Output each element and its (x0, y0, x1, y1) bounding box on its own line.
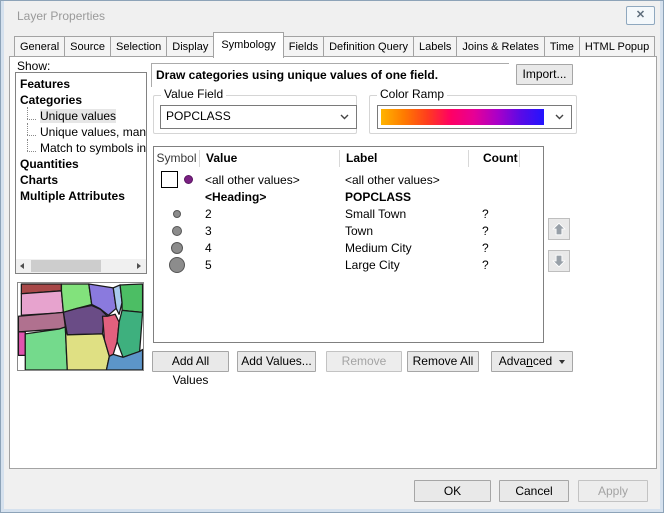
graduated-symbol[interactable] (171, 242, 183, 254)
table-row[interactable]: 4 Medium City ? (154, 239, 543, 256)
remove-button[interactable]: Remove (326, 351, 402, 372)
chevron-down-icon (555, 114, 564, 120)
tab-display[interactable]: Display (166, 36, 214, 58)
value-field-group: Value Field POPCLASS (153, 95, 357, 134)
tab-fields[interactable]: Fields (283, 36, 324, 58)
header-count: Count (469, 150, 520, 167)
table-row[interactable]: <all other values> <all other values> (154, 171, 543, 188)
tree-item-unique-values-many[interactable]: Unique values, many (16, 124, 146, 140)
map-preview-image (18, 283, 143, 370)
map-preview (17, 282, 144, 371)
add-values-button[interactable]: Add Values... (237, 351, 316, 372)
table-row[interactable]: 3 Town ? (154, 222, 543, 239)
method-description: Draw categories using unique values of o… (151, 63, 509, 87)
chevron-down-icon (340, 114, 349, 120)
tree-item-charts[interactable]: Charts (16, 172, 146, 188)
tree-item-features[interactable]: Features (16, 76, 146, 92)
all-other-values-checkbox[interactable] (161, 171, 178, 188)
ok-button[interactable]: OK (414, 480, 491, 502)
value-field-dropdown[interactable]: POPCLASS (160, 105, 357, 129)
close-icon[interactable]: ✕ (626, 6, 655, 25)
tree-branch-icon (27, 111, 38, 123)
tree-branch-icon (27, 143, 38, 155)
tab-time[interactable]: Time (544, 36, 580, 58)
scrollbar-thumb[interactable] (31, 260, 101, 272)
show-label: Show: (17, 59, 50, 73)
value-field-selected: POPCLASS (166, 109, 231, 123)
color-ramp-group-label: Color Ramp (377, 87, 447, 101)
tree-item-match-symbols[interactable]: Match to symbols in a (16, 140, 146, 156)
tab-general[interactable]: General (14, 36, 65, 58)
color-ramp-group: Color Ramp (369, 95, 577, 134)
cancel-button[interactable]: Cancel (499, 480, 569, 502)
move-up-button[interactable] (548, 218, 570, 240)
down-arrow-icon (551, 253, 567, 269)
color-ramp-dropdown[interactable] (377, 105, 572, 129)
list-header: Symbol Value Label Count (154, 148, 543, 169)
up-arrow-icon (551, 221, 567, 237)
tab-symbology[interactable]: Symbology (213, 32, 283, 58)
title-bar[interactable]: Layer Properties ✕ (1, 1, 663, 31)
import-button[interactable]: Import... (516, 64, 573, 85)
table-row[interactable]: 2 Small Town ? (154, 205, 543, 222)
tree-item-unique-values[interactable]: Unique values (16, 108, 146, 124)
scroll-right-icon[interactable] (132, 259, 146, 273)
show-tree: Features Categories Unique values Unique… (15, 72, 147, 274)
table-row[interactable]: 5 Large City ? (154, 256, 543, 273)
value-field-group-label: Value Field (161, 87, 226, 101)
advanced-button[interactable]: Advanced (491, 351, 573, 372)
color-ramp-gradient (381, 109, 544, 125)
move-down-button[interactable] (548, 250, 570, 272)
tab-definition-query[interactable]: Definition Query (323, 36, 414, 58)
tab-labels[interactable]: Labels (413, 36, 457, 58)
categories-list: Symbol Value Label Count <all other valu… (153, 146, 544, 343)
all-other-values-symbol[interactable] (184, 175, 193, 184)
layer-properties-dialog: Layer Properties ✕ GeneralSourceSelectio… (0, 0, 664, 513)
header-label: Label (340, 150, 469, 167)
add-all-values-button[interactable]: Add All Values (152, 351, 229, 372)
table-row[interactable]: <Heading> POPCLASS (154, 188, 543, 205)
graduated-symbol[interactable] (173, 210, 181, 218)
tab-source[interactable]: Source (64, 36, 111, 58)
tree-item-categories[interactable]: Categories (16, 92, 146, 108)
tree-horizontal-scrollbar[interactable] (16, 259, 146, 273)
tab-joins-relates[interactable]: Joins & Relates (456, 36, 544, 58)
window-title: Layer Properties (17, 9, 105, 23)
header-symbol: Symbol (154, 150, 200, 167)
apply-button[interactable]: Apply (578, 480, 648, 502)
scroll-left-icon[interactable] (16, 259, 30, 273)
tab-strip: GeneralSourceSelectionDisplaySymbologyFi… (14, 35, 654, 57)
tree-item-quantities[interactable]: Quantities (16, 156, 146, 172)
tree-item-multiple-attributes[interactable]: Multiple Attributes (16, 188, 146, 204)
remove-all-button[interactable]: Remove All (407, 351, 479, 372)
graduated-symbol[interactable] (169, 257, 185, 273)
tree-branch-icon (27, 127, 38, 139)
tab-html-popup[interactable]: HTML Popup (579, 36, 655, 58)
tab-selection[interactable]: Selection (110, 36, 167, 58)
graduated-symbol[interactable] (172, 226, 182, 236)
header-value: Value (200, 150, 340, 167)
dropdown-caret-icon (559, 360, 565, 364)
